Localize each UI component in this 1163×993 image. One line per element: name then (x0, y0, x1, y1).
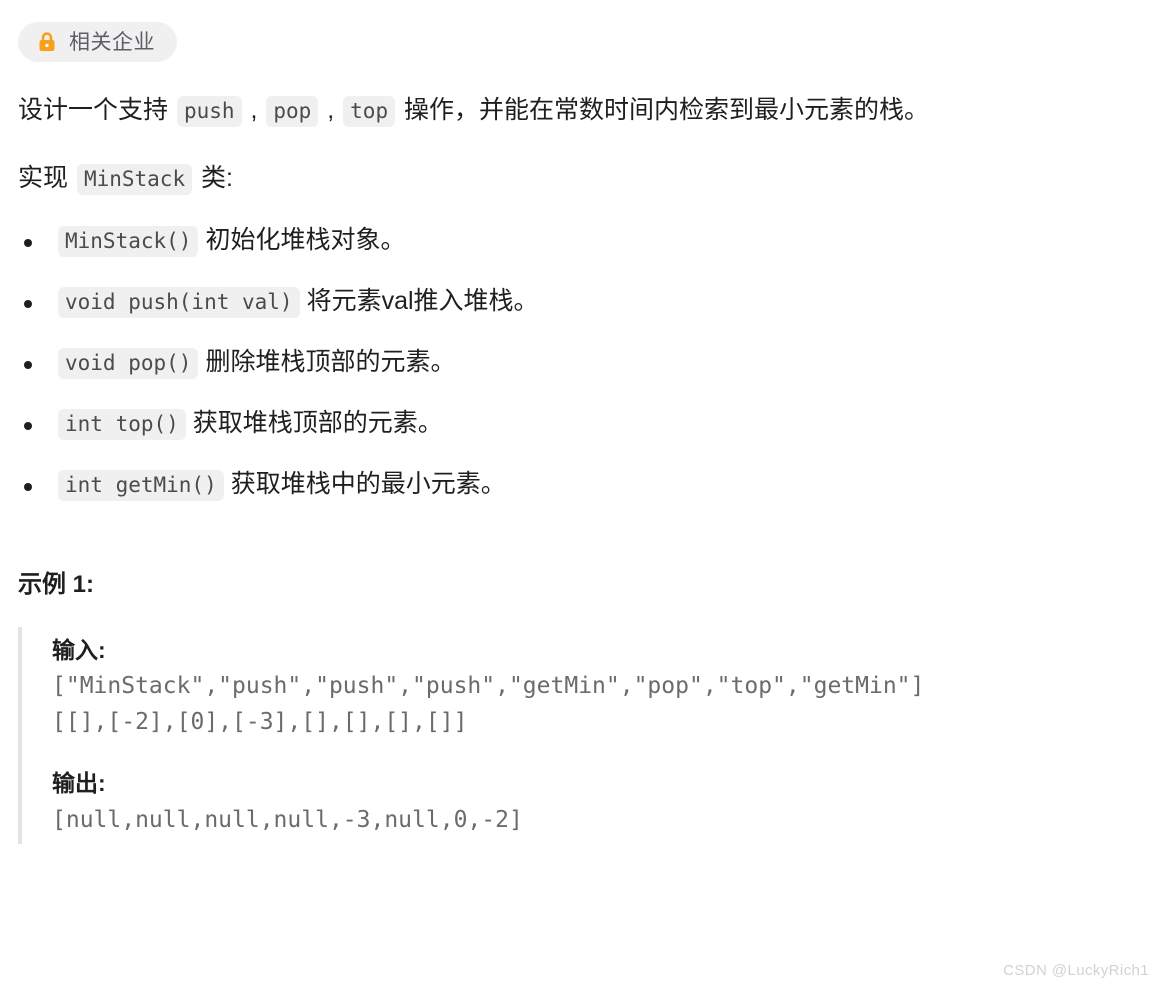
method-signature: MinStack() (58, 225, 199, 257)
lock-icon (36, 31, 58, 53)
input-code-line-2: [[],[-2],[0],[-3],[],[],[],[]] (52, 708, 468, 735)
code-chip-top: top (343, 96, 396, 127)
method-signature: void pop() (58, 347, 199, 379)
intro-text-suffix: 操作，并能在常数时间内检索到最小元素的栈。 (397, 96, 930, 124)
method-description: 获取堆栈中的最小元素。 (230, 469, 506, 498)
quote-spacer (52, 740, 1163, 766)
intro-sep-2: , (320, 96, 342, 124)
list-item: void pop() 删除堆栈顶部的元素。 (18, 345, 1145, 380)
list-item: int getMin() 获取堆栈中的最小元素。 (18, 467, 1145, 502)
badge-label: 相关企业 (69, 30, 155, 54)
watermark: CSDN @LuckyRich1 (1003, 962, 1149, 979)
output-code-line-1: [null,null,null,null,-3,null,0,-2] (52, 806, 523, 833)
list-item: MinStack() 初始化堆栈对象。 (18, 223, 1145, 258)
list-item: int top() 获取堆栈顶部的元素。 (18, 406, 1145, 441)
method-signature: void push(int val) (58, 286, 300, 318)
method-description: 获取堆栈顶部的元素。 (192, 408, 443, 437)
example-blockquote: 输入: ["MinStack","push","push","push","ge… (18, 626, 1163, 845)
badge-row: 相关企业 (0, 0, 1163, 62)
method-signature: int getMin() (58, 469, 224, 501)
method-description: 将元素val推入堆栈。 (306, 286, 539, 315)
intro-sep-1: , (243, 96, 265, 124)
code-chip-pop: pop (266, 96, 319, 127)
code-chip-push: push (176, 96, 242, 127)
problem-description-page: 相关企业 设计一个支持 push , pop , top 操作，并能在常数时间内… (0, 0, 1163, 993)
implement-text-prefix: 实现 (18, 164, 75, 193)
method-description: 初始化堆栈对象。 (205, 225, 406, 254)
example-heading: 示例 1: (18, 570, 95, 598)
input-label: 输入: (52, 636, 106, 663)
method-signature: int top() (58, 408, 186, 440)
input-code-line-1: ["MinStack","push","push","push","getMin… (52, 673, 925, 699)
intro-paragraph-2: 实现 MinStack 类: (0, 160, 1163, 196)
intro-text-prefix: 设计一个支持 (18, 96, 175, 124)
list-item: void push(int val) 将元素val推入堆栈。 (18, 284, 1145, 319)
method-list: MinStack() 初始化堆栈对象。 void push(int val) 将元素… (0, 223, 1163, 502)
implement-text-suffix: 类: (194, 164, 234, 193)
intro-paragraph-1: 设计一个支持 push , pop , top 操作，并能在常数时间内检索到最小… (0, 92, 1163, 128)
output-label: 输出: (52, 770, 106, 797)
method-description: 删除堆栈顶部的元素。 (205, 347, 456, 376)
code-chip-minstack: MinStack (76, 164, 193, 196)
related-companies-badge[interactable]: 相关企业 (18, 22, 177, 62)
